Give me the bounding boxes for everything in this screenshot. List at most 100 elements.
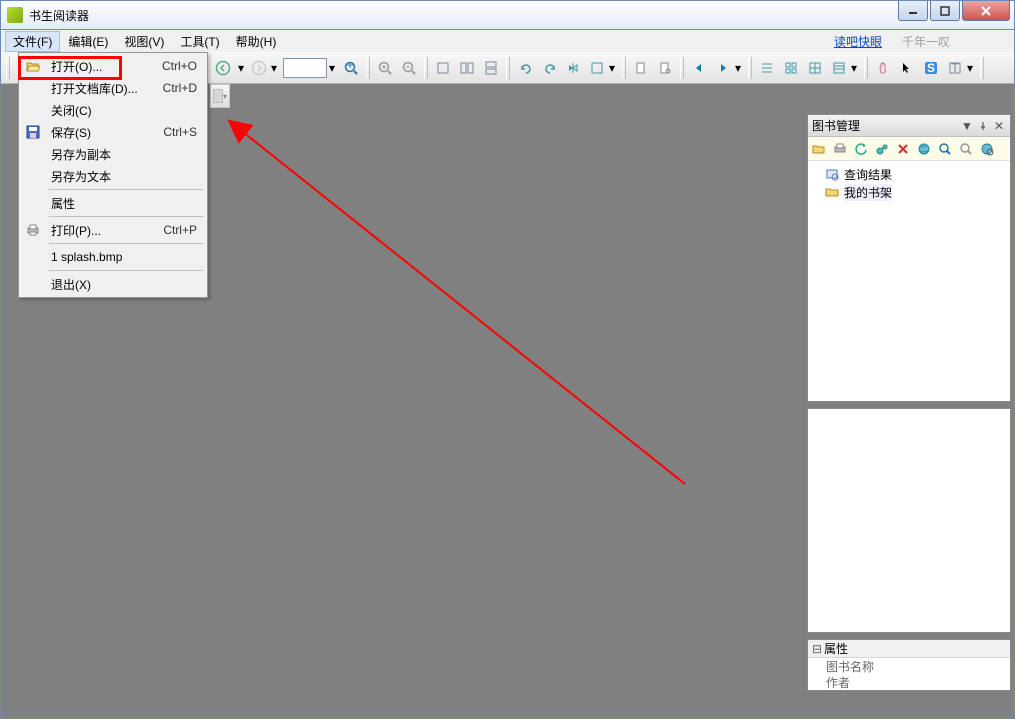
nav-back-dd[interactable]: ▾ xyxy=(236,57,246,79)
nav-prev-icon[interactable] xyxy=(688,57,710,79)
collapse-icon[interactable]: ⊟ xyxy=(812,642,824,656)
preview-panel xyxy=(807,408,1011,633)
nav-next-icon[interactable] xyxy=(712,57,734,79)
menu-separator-3 xyxy=(49,243,203,244)
svg-text:S: S xyxy=(927,61,935,75)
pt-world-icon[interactable] xyxy=(978,140,996,158)
list2-icon[interactable] xyxy=(780,57,802,79)
layout2-icon[interactable] xyxy=(456,57,478,79)
text-dd[interactable]: ▾ xyxy=(967,61,977,75)
file-save[interactable]: 保存(S) Ctrl+S xyxy=(21,121,205,143)
close-button[interactable] xyxy=(962,1,1010,21)
page-fit-icon[interactable] xyxy=(654,57,676,79)
toolbar-grip-6 xyxy=(622,57,626,79)
file-close[interactable]: 关闭(C) xyxy=(21,99,205,121)
pt-globe-icon[interactable] xyxy=(915,140,933,158)
rotate-dd[interactable] xyxy=(586,57,608,79)
file-props-label: 属性 xyxy=(51,195,197,212)
maximize-button[interactable] xyxy=(930,1,960,21)
file-open-lib-label: 打开文档库(D)... xyxy=(51,80,163,97)
layout3-icon[interactable] xyxy=(480,57,502,79)
svg-text:+: + xyxy=(346,60,353,72)
menu-view[interactable]: 视图(V) xyxy=(116,31,172,52)
app-icon xyxy=(7,7,23,23)
file-exit[interactable]: 退出(X) xyxy=(21,273,205,295)
cursor-icon[interactable] xyxy=(896,57,918,79)
panel-header-library: 图书管理 ▼ ✕ xyxy=(808,115,1010,137)
tree-query-results[interactable]: 查询结果 xyxy=(814,165,1004,183)
list3-icon[interactable] xyxy=(804,57,826,79)
file-dropdown: 打开(O)... Ctrl+O 打开文档库(D)... Ctrl+D 关闭(C)… xyxy=(18,52,208,298)
page-first-icon[interactable] xyxy=(630,57,652,79)
list4-icon[interactable] xyxy=(828,57,850,79)
file-save-text-label: 另存为文本 xyxy=(51,168,197,185)
panel-close-icon[interactable]: ✕ xyxy=(992,119,1006,133)
rotate-right-icon[interactable] xyxy=(538,57,560,79)
list1-icon[interactable] xyxy=(756,57,778,79)
panel-tree: 查询结果 我的书架 xyxy=(808,161,1010,401)
nav-back-icon[interactable] xyxy=(212,57,234,79)
file-open-lib[interactable]: 打开文档库(D)... Ctrl+D xyxy=(21,77,205,99)
nav-dd[interactable]: ▾ xyxy=(735,61,745,75)
tree-my-shelf[interactable]: 我的书架 xyxy=(814,183,1004,201)
menu-separator-4 xyxy=(49,270,203,271)
file-save-text[interactable]: 另存为文本 xyxy=(21,165,205,187)
toolbar-grip xyxy=(6,57,10,79)
menu-bar: 文件(F) 编辑(E) 视图(V) 工具(T) 帮助(H) 读吧快眼 千年一叹 xyxy=(0,30,1015,52)
page-dd[interactable]: ▾ xyxy=(329,61,339,75)
flip-icon[interactable] xyxy=(562,57,584,79)
menu-help[interactable]: 帮助(H) xyxy=(228,31,285,52)
pt-open-icon[interactable] xyxy=(810,140,828,158)
minimize-button[interactable] xyxy=(898,1,928,21)
pt-delete-icon[interactable] xyxy=(894,140,912,158)
menu-file[interactable]: 文件(F) xyxy=(5,31,60,52)
nav-fwd-dd[interactable]: ▾ xyxy=(271,61,281,75)
rotate-left-icon[interactable] xyxy=(514,57,536,79)
menu-tools[interactable]: 工具(T) xyxy=(172,31,227,52)
zoom-in-icon[interactable] xyxy=(374,57,396,79)
toolbar-grip-8 xyxy=(748,57,752,79)
link-duba[interactable]: 读吧快眼 xyxy=(834,33,882,50)
props-header[interactable]: ⊟ 属性 xyxy=(808,640,1010,658)
file-save-copy-label: 另存为副本 xyxy=(51,146,197,163)
panel-pin-icon[interactable] xyxy=(976,119,990,133)
select-s-icon[interactable]: S xyxy=(920,57,942,79)
panel-toolbar xyxy=(808,137,1010,161)
file-print[interactable]: 打印(P)... Ctrl+P xyxy=(21,219,205,241)
toolbar-grip-5 xyxy=(506,57,510,79)
layout1-icon[interactable] xyxy=(432,57,454,79)
file-exit-label: 退出(X) xyxy=(51,276,197,293)
props-title: 属性 xyxy=(824,640,848,657)
rotate-dd-arrow[interactable]: ▾ xyxy=(609,61,619,75)
pt-net-icon[interactable] xyxy=(873,140,891,158)
sub-btn[interactable] xyxy=(213,89,223,103)
file-save-copy[interactable]: 另存为副本 xyxy=(21,143,205,165)
panel-title: 图书管理 xyxy=(812,117,958,134)
toolbar-grip-9 xyxy=(864,57,868,79)
text-select-icon[interactable]: T xyxy=(944,57,966,79)
hand-icon[interactable] xyxy=(872,57,894,79)
file-recent-1[interactable]: 1 splash.bmp xyxy=(21,246,205,268)
file-open[interactable]: 打开(O)... Ctrl+O xyxy=(21,55,205,77)
zoom-fit-icon[interactable]: + xyxy=(340,57,362,79)
list-dd[interactable]: ▾ xyxy=(851,61,861,75)
pt-refresh-icon[interactable] xyxy=(852,140,870,158)
file-open-shortcut: Ctrl+O xyxy=(162,59,197,73)
menu-separator-2 xyxy=(49,216,203,217)
prop-author: 作者 xyxy=(808,674,1010,690)
toolbar-grip-10 xyxy=(980,57,984,79)
pt-print-icon[interactable] xyxy=(831,140,849,158)
menu-edit[interactable]: 编辑(E) xyxy=(60,31,116,52)
nav-fwd-icon[interactable] xyxy=(248,57,270,79)
title-bar: 书生阅读器 xyxy=(0,0,1015,30)
window-title: 书生阅读器 xyxy=(29,7,1014,24)
panel-menu-icon[interactable]: ▼ xyxy=(960,119,974,133)
pt-find-icon[interactable] xyxy=(957,140,975,158)
zoom-out-icon[interactable] xyxy=(398,57,420,79)
file-close-label: 关闭(C) xyxy=(51,102,197,119)
page-number-field[interactable] xyxy=(283,58,327,78)
folder-icon xyxy=(824,184,840,200)
pt-search-icon[interactable] xyxy=(936,140,954,158)
file-props[interactable]: 属性 xyxy=(21,192,205,214)
search-result-icon xyxy=(824,166,840,182)
